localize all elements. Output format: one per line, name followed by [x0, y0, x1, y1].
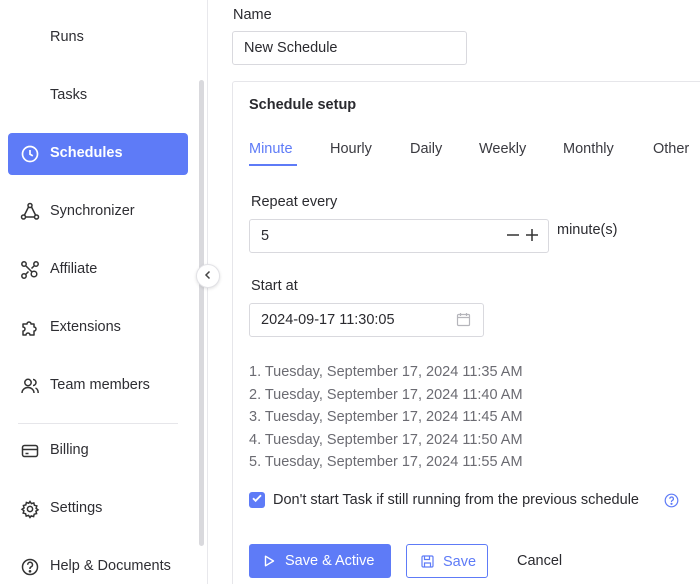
repeat-interval-stepper[interactable]: 5 [249, 219, 549, 253]
increment-button[interactable] [525, 227, 539, 245]
affiliate-icon [20, 260, 40, 280]
cancel-button[interactable]: Cancel [517, 544, 562, 578]
schedule-preview-item: 3. Tuesday, September 17, 2024 11:45 AM [249, 409, 523, 425]
sidebar-item-label: Team members [50, 377, 150, 393]
help-icon [20, 557, 40, 577]
users-icon [20, 376, 40, 396]
save-and-activate-label: Save & Active [285, 553, 375, 569]
sidebar-item-team-members[interactable]: Team members [8, 365, 188, 407]
decrement-button[interactable] [506, 227, 520, 245]
play-icon [264, 555, 275, 571]
sidebar-item-runs[interactable]: Runs [8, 17, 188, 59]
sidebar: Runs Tasks Schedules Synchronizer Affili… [0, 0, 208, 584]
sidebar-item-synchronizer[interactable]: Synchronizer [8, 191, 188, 233]
sidebar-item-billing[interactable]: Billing [8, 430, 188, 472]
chevron-left-icon [203, 267, 213, 285]
gear-icon [20, 499, 40, 519]
schedule-preview-item: 5. Tuesday, September 17, 2024 11:55 AM [249, 454, 523, 470]
name-input[interactable]: New Schedule [232, 31, 467, 65]
active-tab-indicator [249, 164, 297, 166]
start-at-label: Start at [251, 278, 298, 294]
sidebar-item-label: Schedules [50, 145, 123, 161]
schedule-preview-item: 1. Tuesday, September 17, 2024 11:35 AM [249, 364, 523, 380]
tab-minute[interactable]: Minute [249, 141, 293, 157]
tab-weekly[interactable]: Weekly [479, 141, 526, 157]
puzzle-icon [20, 318, 40, 338]
collapse-sidebar-button[interactable] [196, 264, 220, 288]
clock-icon [20, 144, 40, 164]
sync-icon [20, 202, 40, 222]
tab-hourly[interactable]: Hourly [330, 141, 372, 157]
sidebar-item-label: Extensions [50, 319, 121, 335]
sidebar-divider [18, 423, 178, 424]
help-tooltip-icon[interactable] [664, 493, 679, 508]
sidebar-item-schedules[interactable]: Schedules [8, 133, 188, 175]
sidebar-scrollbar[interactable] [199, 80, 204, 546]
sidebar-item-label: Synchronizer [50, 203, 135, 219]
sidebar-item-tasks[interactable]: Tasks [8, 75, 188, 117]
save-label: Save [443, 554, 477, 570]
save-icon [421, 555, 434, 572]
sidebar-item-affiliate[interactable]: Affiliate [8, 249, 188, 291]
sidebar-item-label: Runs [50, 29, 84, 45]
cancel-label: Cancel [517, 553, 563, 569]
schedule-setup-title: Schedule setup [249, 97, 357, 113]
sidebar-item-label: Tasks [50, 87, 88, 103]
sidebar-item-settings[interactable]: Settings [8, 488, 188, 530]
skip-running-checkbox[interactable] [249, 492, 265, 508]
plus-icon [525, 226, 539, 246]
schedule-preview-item: 2. Tuesday, September 17, 2024 11:40 AM [249, 387, 523, 403]
start-at-datetime-input[interactable]: 2024-09-17 11:30:05 [249, 303, 484, 337]
app-root: Runs Tasks Schedules Synchronizer Affili… [0, 0, 700, 584]
sidebar-item-help-documents[interactable]: Help & Documents [8, 546, 188, 584]
repeat-unit-label: minute(s) [557, 222, 618, 238]
calendar-icon[interactable] [456, 312, 471, 332]
name-input-value: New Schedule [244, 40, 338, 56]
name-label: Name [233, 7, 272, 23]
sidebar-item-label: Settings [50, 500, 103, 516]
tab-monthly[interactable]: Monthly [563, 141, 614, 157]
sidebar-item-label: Billing [50, 442, 89, 458]
schedule-preview-item: 4. Tuesday, September 17, 2024 11:50 AM [249, 432, 523, 448]
repeat-every-label: Repeat every [251, 194, 338, 210]
sidebar-item-extensions[interactable]: Extensions [8, 307, 188, 349]
tab-daily[interactable]: Daily [410, 141, 442, 157]
save-button[interactable]: Save [406, 544, 488, 578]
start-at-value: 2024-09-17 11:30:05 [261, 312, 395, 328]
tab-other[interactable]: Other [653, 141, 689, 157]
sidebar-item-label: Help & Documents [50, 558, 171, 574]
skip-running-label[interactable]: Don't start Task if still running from t… [273, 492, 639, 508]
sidebar-item-label: Affiliate [50, 261, 98, 277]
repeat-interval-value: 5 [261, 228, 270, 244]
save-and-activate-button[interactable]: Save & Active [249, 544, 391, 578]
card-icon [20, 441, 40, 461]
check-icon [251, 491, 263, 509]
minus-icon [506, 226, 520, 246]
